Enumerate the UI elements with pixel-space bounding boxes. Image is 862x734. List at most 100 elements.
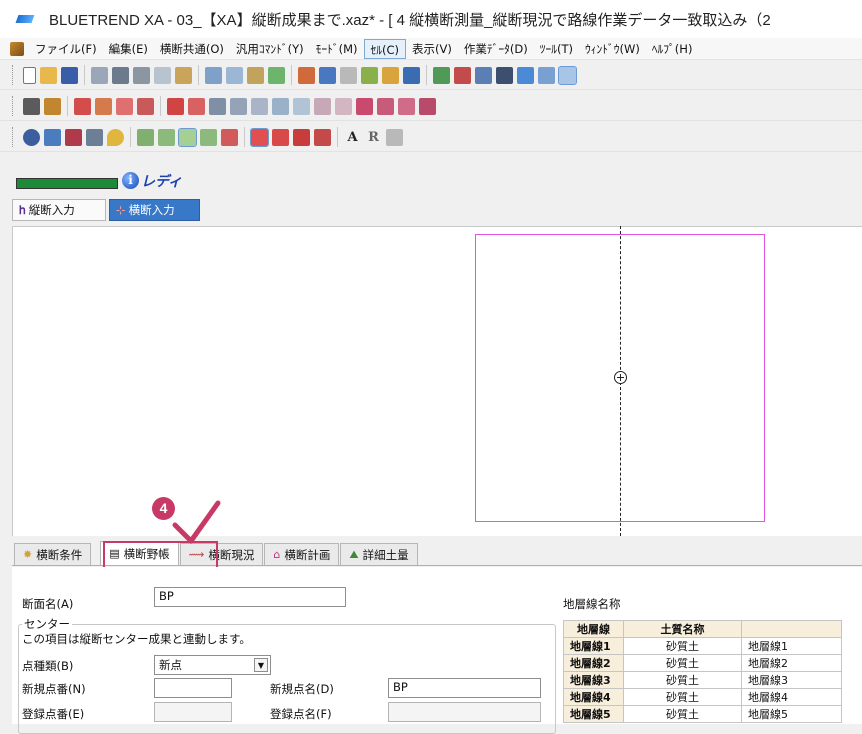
table-cell[interactable]: 地層線5 <box>741 705 842 723</box>
section-edit-icon[interactable] <box>188 97 205 115</box>
table-row[interactable]: 地層線1 砂質土 地層線1 <box>563 637 842 655</box>
marker-icon[interactable] <box>356 97 373 115</box>
cross-view-icon[interactable] <box>558 65 577 85</box>
row-header[interactable]: 地層線1 <box>563 637 624 655</box>
zoom-window-icon[interactable] <box>44 128 61 146</box>
point-delete-icon[interactable] <box>137 97 154 115</box>
table-row[interactable]: 地層線4 砂質土 地層線4 <box>563 688 842 706</box>
grid-icon[interactable] <box>340 66 357 84</box>
output-icon[interactable] <box>419 97 436 115</box>
menu-view[interactable]: 表示(V) <box>406 39 458 59</box>
slope-delete-icon[interactable] <box>251 97 268 115</box>
section-name-input[interactable]: BP <box>154 587 346 607</box>
point-insert-icon[interactable] <box>116 97 133 115</box>
center-point-icon[interactable] <box>614 371 627 384</box>
new-point-name-input[interactable]: BP <box>388 678 541 698</box>
document-menu-icon[interactable] <box>10 41 24 56</box>
list-icon[interactable] <box>475 66 492 84</box>
bottom-axis-icon[interactable] <box>221 128 238 146</box>
angle-icon[interactable] <box>386 128 403 146</box>
right-axis-icon[interactable] <box>200 128 217 146</box>
table-cell[interactable]: 砂質土 <box>623 654 742 672</box>
menu-work-data[interactable]: 作業ﾃﾞｰﾀ(D) <box>458 39 534 59</box>
menu-tools[interactable]: ﾂｰﾙ(T) <box>534 39 579 59</box>
table-row[interactable]: 地層線5 砂質土 地層線5 <box>563 705 842 723</box>
point-move-icon[interactable] <box>95 97 112 115</box>
branch-icon[interactable] <box>314 128 331 146</box>
print-out-icon[interactable] <box>398 97 415 115</box>
table-row[interactable]: 地層線3 砂質土 地層線3 <box>563 671 842 689</box>
row-header[interactable]: 地層線4 <box>563 688 624 706</box>
zoom-icon[interactable] <box>23 128 40 146</box>
help-pointer-icon[interactable] <box>403 66 420 84</box>
toolbar-grip[interactable] <box>12 127 15 147</box>
window-icon[interactable] <box>538 66 555 84</box>
chart-icon[interactable] <box>361 66 378 84</box>
slope-edit-icon[interactable] <box>230 97 247 115</box>
row-header[interactable]: 地層線5 <box>563 705 624 723</box>
table-cell[interactable]: 砂質土 <box>623 637 742 655</box>
slope-icon[interactable] <box>209 97 226 115</box>
import-icon[interactable] <box>433 66 450 84</box>
binoculars-icon[interactable] <box>496 66 513 84</box>
map-icon[interactable] <box>44 97 61 115</box>
new-file-icon[interactable] <box>23 66 36 84</box>
text-a-button[interactable]: A <box>344 129 361 146</box>
new-point-no-input[interactable] <box>154 678 232 698</box>
chevron-down-icon[interactable]: ▼ <box>254 658 268 672</box>
menu-cross-common[interactable]: 横断共通(O) <box>154 39 230 59</box>
row-header[interactable]: 地層線3 <box>563 671 624 689</box>
menu-window[interactable]: ｳｨﾝﾄﾞｳ(W) <box>579 39 646 59</box>
menu-general-command[interactable]: 汎用ｺﾏﾝﾄﾞ(Y) <box>230 39 310 59</box>
cut-icon[interactable] <box>133 66 150 84</box>
edit-pen-icon[interactable] <box>268 66 285 84</box>
table-cell[interactable]: 砂質土 <box>623 688 742 706</box>
layout-icon[interactable] <box>517 66 534 84</box>
column-header[interactable] <box>741 620 842 638</box>
copy-icon[interactable] <box>154 66 171 84</box>
grade-icon[interactable] <box>314 97 331 115</box>
toolbar-grip[interactable] <box>12 96 15 116</box>
break-line-icon[interactable] <box>272 128 289 146</box>
print-icon[interactable] <box>112 66 129 84</box>
export-icon[interactable] <box>454 66 471 84</box>
cross-axis-icon[interactable] <box>137 128 154 146</box>
table-cell[interactable]: 地層線3 <box>741 671 842 689</box>
properties-icon[interactable] <box>23 97 40 115</box>
point-kind-select[interactable]: 新点 ▼ <box>154 655 271 675</box>
fit-icon[interactable] <box>86 128 103 146</box>
reg-point-name-input[interactable] <box>388 702 541 722</box>
tab-cross-input[interactable]: ⊹ 横断入力 <box>109 199 200 221</box>
pin-icon[interactable] <box>107 128 124 146</box>
line-icon[interactable] <box>250 127 269 147</box>
menu-mode[interactable]: ﾓｰﾄﾞ(M) <box>310 39 364 59</box>
report-icon[interactable] <box>377 97 394 115</box>
pan-icon[interactable] <box>65 128 82 146</box>
open-folder-icon[interactable] <box>40 66 57 84</box>
reg-point-no-input[interactable] <box>154 702 232 722</box>
table-cell[interactable]: 地層線1 <box>741 637 842 655</box>
left-axis-icon[interactable] <box>158 128 175 146</box>
column-header[interactable]: 地層線 <box>563 620 624 638</box>
grade-edit-icon[interactable] <box>335 97 352 115</box>
save-icon[interactable] <box>61 66 78 84</box>
table-cell[interactable]: 地層線4 <box>741 688 842 706</box>
section-add-icon[interactable] <box>167 97 184 115</box>
text-r-button[interactable]: R <box>365 129 382 146</box>
paste-icon[interactable] <box>175 66 192 84</box>
level-icon[interactable] <box>272 97 289 115</box>
find-icon[interactable] <box>247 66 264 84</box>
data-icon[interactable] <box>382 66 399 84</box>
point-add-icon[interactable] <box>74 97 91 115</box>
table-cell[interactable]: 砂質土 <box>623 705 742 723</box>
menu-help[interactable]: ﾍﾙﾌﾟ(H) <box>646 39 699 59</box>
point-axis-icon[interactable] <box>178 127 197 147</box>
table-icon[interactable] <box>319 66 336 84</box>
tab-detail-earthwork[interactable]: ⛰ 詳細土量 <box>340 543 418 565</box>
row-header[interactable]: 地層線2 <box>563 654 624 672</box>
level-edit-icon[interactable] <box>293 97 310 115</box>
table-cell[interactable]: 地層線2 <box>741 654 842 672</box>
menu-cell[interactable]: ｾﾙ(C) <box>363 38 407 59</box>
column-header[interactable]: 土質名称 <box>623 620 742 638</box>
tab-cross-plan[interactable]: ⌂ 横断計画 <box>264 543 340 565</box>
